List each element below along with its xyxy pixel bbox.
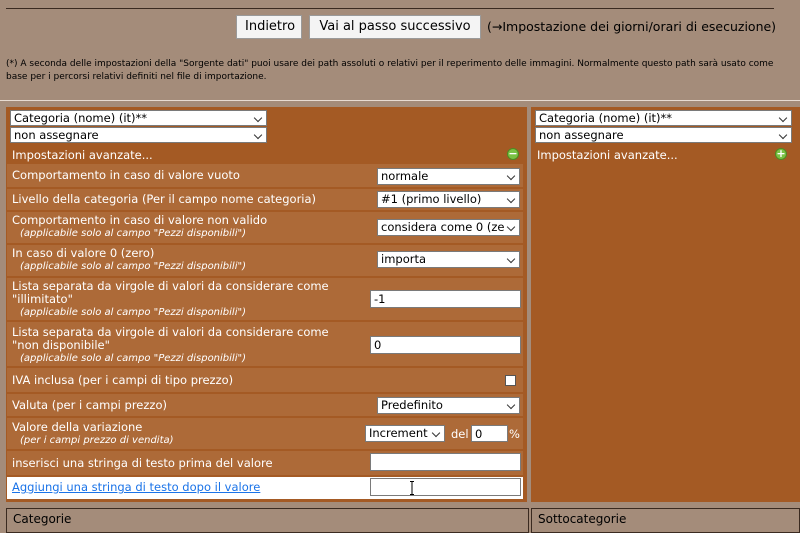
top-rule xyxy=(6,8,774,9)
category-level-label: Livello della categoria (Per il campo no… xyxy=(12,192,317,206)
section-divider xyxy=(0,100,800,101)
currency-label: Valuta (per i campi prezzo) xyxy=(12,398,167,412)
row-vat-included: IVA inclusa (per i campi di tipo prezzo) xyxy=(7,368,523,392)
chevron-down-icon xyxy=(506,254,516,264)
prefix-label: inserisci una stringa di testo prima del… xyxy=(12,456,273,470)
chevron-down-icon xyxy=(506,400,516,410)
vat-included-label: IVA inclusa (per i campi di tipo prezzo) xyxy=(12,373,234,387)
image-path-note: (*) A seconda delle impostazioni della "… xyxy=(6,59,774,82)
chevron-down-icon xyxy=(506,171,516,181)
invalid-value-value: considera come 0 (ze xyxy=(381,220,505,234)
chevron-down-icon xyxy=(253,113,263,123)
subcategory-mapping-panel xyxy=(531,107,800,502)
empty-behavior-value: normale xyxy=(381,169,429,183)
empty-behavior-label: Comportamento in caso di valore vuoto xyxy=(12,168,240,182)
unavailable-list-input[interactable]: 0 xyxy=(370,336,521,354)
category-level-select[interactable]: #1 (primo livello) xyxy=(377,191,520,208)
currency-value: Predefinito xyxy=(381,398,443,412)
variation-label: Valore della variazione (per i campi pre… xyxy=(12,421,174,447)
categories-column-header: Categorie xyxy=(6,508,529,533)
variation-label-text: Valore della variazione xyxy=(12,420,143,434)
vat-included-checkbox[interactable] xyxy=(505,375,516,386)
variation-of-label: del xyxy=(451,427,469,441)
subcategory-field-value: Categoria (nome) (it)** xyxy=(539,111,673,125)
expand-plus-icon[interactable]: + xyxy=(775,148,787,160)
category-level-value: #1 (primo livello) xyxy=(381,192,482,206)
invalid-value-label: Comportamento in caso di valore non vali… xyxy=(12,214,267,240)
advanced-settings-toggle[interactable]: Impostazioni avanzate... xyxy=(12,148,153,162)
wizard-navigation: Indietro Vai al passo successivo (→Impos… xyxy=(0,15,800,41)
subcategory-assign-select[interactable]: non assegnare xyxy=(535,127,792,143)
unavailable-list-hint: (applicabile solo al campo "Pezzi dispon… xyxy=(20,353,246,364)
subcategories-column-header: Sottocategorie xyxy=(531,508,800,533)
unlimited-list-hint: (applicabile solo al campo "Pezzi dispon… xyxy=(20,307,246,318)
zero-value-label-text: In caso di valore 0 (zero) xyxy=(12,246,155,260)
back-button[interactable]: Indietro xyxy=(236,15,302,39)
category-assign-select[interactable]: non assegnare xyxy=(10,127,267,143)
collapse-minus-icon[interactable]: − xyxy=(507,148,519,160)
text-cursor-icon xyxy=(410,481,414,495)
category-field-select[interactable]: Categoria (nome) (it)** xyxy=(10,110,267,126)
variation-value-input[interactable]: 0 xyxy=(471,425,508,442)
row-variation: Valore della variazione (per i campi pre… xyxy=(7,418,523,449)
zero-value-hint: (applicabile solo al campo "Pezzi dispon… xyxy=(20,261,246,272)
chevron-down-icon xyxy=(506,194,516,204)
invalid-value-select[interactable]: considera come 0 (ze xyxy=(377,219,520,236)
next-step-note: (→Impostazione dei giorni/orari di esecu… xyxy=(487,19,777,34)
variation-hint: (per i campi prezzo di vendita) xyxy=(20,435,174,446)
unlimited-list-input[interactable]: -1 xyxy=(370,290,521,308)
unlimited-list-label: Lista separata da virgole di valori da c… xyxy=(12,280,329,319)
chevron-down-icon xyxy=(253,130,263,140)
prefix-input[interactable] xyxy=(370,453,521,471)
chevron-down-icon xyxy=(506,222,516,232)
chevron-down-icon xyxy=(778,113,788,123)
suffix-input[interactable] xyxy=(370,478,521,496)
next-step-button[interactable]: Vai al passo successivo xyxy=(309,15,481,39)
chevron-down-icon xyxy=(778,130,788,140)
unlimited-list-label-text: Lista separata da virgole di valori da c… xyxy=(12,279,329,293)
unlimited-list-label-text-2: "illimitato" xyxy=(12,292,73,306)
suffix-label[interactable]: Aggiungi una stringa di testo dopo il va… xyxy=(12,481,260,494)
currency-select[interactable]: Predefinito xyxy=(377,397,520,414)
variation-mode-value: Increment xyxy=(369,426,428,440)
subcategory-advanced-settings-toggle[interactable]: Impostazioni avanzate... xyxy=(537,148,678,162)
empty-behavior-select[interactable]: normale xyxy=(377,168,520,185)
zero-value-select[interactable]: importa xyxy=(377,251,520,268)
invalid-value-label-text: Comportamento in caso di valore non vali… xyxy=(12,213,268,227)
unavailable-list-label: Lista separata da virgole di valori da c… xyxy=(12,326,329,365)
unavailable-list-label-text: Lista separata da virgole di valori da c… xyxy=(12,325,329,339)
invalid-value-hint: (applicabile solo al campo "Pezzi dispon… xyxy=(20,228,246,239)
subcategory-assign-value: non assegnare xyxy=(539,128,624,142)
unavailable-list-label-text-2: "non disponibile" xyxy=(12,338,110,352)
category-field-value: Categoria (nome) (it)** xyxy=(14,111,148,125)
category-assign-value: non assegnare xyxy=(14,128,99,142)
subcategory-field-select[interactable]: Categoria (nome) (it)** xyxy=(535,110,792,126)
chevron-down-icon xyxy=(431,428,441,438)
variation-mode-select[interactable]: Increment xyxy=(365,425,445,442)
variation-unit-label: % xyxy=(509,427,520,441)
zero-value-value: importa xyxy=(381,252,427,266)
zero-value-label: In caso di valore 0 (zero) (applicabile … xyxy=(12,247,246,273)
